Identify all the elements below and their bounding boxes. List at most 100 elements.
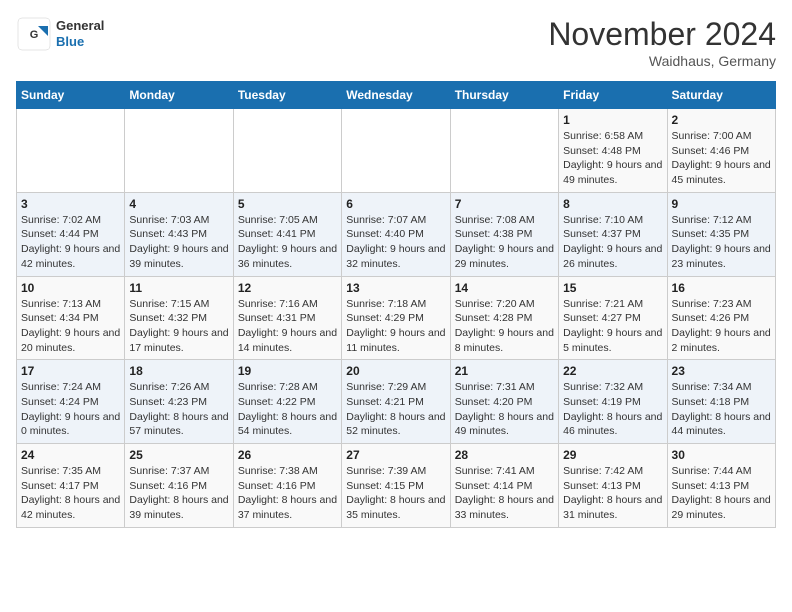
day-info: Sunrise: 7:28 AM Sunset: 4:22 PM Dayligh…	[238, 380, 337, 439]
day-info: Sunrise: 6:58 AM Sunset: 4:48 PM Dayligh…	[563, 129, 662, 188]
calendar-cell: 13 Sunrise: 7:18 AM Sunset: 4:29 PM Dayli…	[342, 276, 450, 360]
calendar-cell: 17 Sunrise: 7:24 AM Sunset: 4:24 PM Dayli…	[17, 360, 125, 444]
svg-text:G: G	[30, 29, 39, 41]
day-number: 5	[238, 197, 337, 211]
day-info: Sunrise: 7:21 AM Sunset: 4:27 PM Dayligh…	[563, 297, 662, 356]
month-title: November 2024	[548, 16, 776, 53]
calendar-cell: 30 Sunrise: 7:44 AM Sunset: 4:13 PM Dayli…	[667, 444, 775, 528]
day-number: 17	[21, 364, 120, 378]
calendar-cell	[17, 109, 125, 193]
calendar: SundayMondayTuesdayWednesdayThursdayFrid…	[16, 81, 776, 528]
day-number: 24	[21, 448, 120, 462]
day-info: Sunrise: 7:35 AM Sunset: 4:17 PM Dayligh…	[21, 464, 120, 523]
day-info: Sunrise: 7:41 AM Sunset: 4:14 PM Dayligh…	[455, 464, 554, 523]
day-info: Sunrise: 7:18 AM Sunset: 4:29 PM Dayligh…	[346, 297, 445, 356]
day-number: 1	[563, 113, 662, 127]
day-number: 4	[129, 197, 228, 211]
day-info: Sunrise: 7:13 AM Sunset: 4:34 PM Dayligh…	[21, 297, 120, 356]
calendar-cell	[450, 109, 558, 193]
calendar-cell: 21 Sunrise: 7:31 AM Sunset: 4:20 PM Dayli…	[450, 360, 558, 444]
day-number: 27	[346, 448, 445, 462]
day-number: 20	[346, 364, 445, 378]
calendar-cell: 26Sunrise: 7:38 AM Sunset: 4:16 PM Dayli…	[233, 444, 341, 528]
weekday-header: Monday	[125, 82, 233, 109]
day-info: Sunrise: 7:29 AM Sunset: 4:21 PM Dayligh…	[346, 380, 445, 439]
day-number: 22	[563, 364, 662, 378]
logo-icon: G	[16, 16, 52, 52]
day-info: Sunrise: 7:10 AM Sunset: 4:37 PM Dayligh…	[563, 213, 662, 272]
day-info: Sunrise: 7:16 AM Sunset: 4:31 PM Dayligh…	[238, 297, 337, 356]
calendar-cell: 28 Sunrise: 7:41 AM Sunset: 4:14 PM Dayli…	[450, 444, 558, 528]
day-info: Sunrise: 7:37 AM Sunset: 4:16 PM Dayligh…	[129, 464, 228, 523]
day-info: Sunrise: 7:39 AM Sunset: 4:15 PM Dayligh…	[346, 464, 445, 523]
day-number: 29	[563, 448, 662, 462]
day-number: 3	[21, 197, 120, 211]
day-info: Sunrise: 7:12 AM Sunset: 4:35 PM Dayligh…	[672, 213, 771, 272]
day-number: 7	[455, 197, 554, 211]
day-info: Sunrise: 7:23 AM Sunset: 4:26 PM Dayligh…	[672, 297, 771, 356]
calendar-cell: 1 Sunrise: 6:58 AM Sunset: 4:48 PM Daylig…	[559, 109, 667, 193]
day-number: 23	[672, 364, 771, 378]
day-info: Sunrise: 7:00 AM Sunset: 4:46 PM Dayligh…	[672, 129, 771, 188]
day-number: 8	[563, 197, 662, 211]
day-number: 2	[672, 113, 771, 127]
day-info: Sunrise: 7:32 AM Sunset: 4:19 PM Dayligh…	[563, 380, 662, 439]
calendar-cell: 25 Sunrise: 7:37 AM Sunset: 4:16 PM Dayli…	[125, 444, 233, 528]
calendar-cell: 29 Sunrise: 7:42 AM Sunset: 4:13 PM Dayli…	[559, 444, 667, 528]
day-info: Sunrise: 7:20 AM Sunset: 4:28 PM Dayligh…	[455, 297, 554, 356]
day-number: 10	[21, 281, 120, 295]
day-number: 6	[346, 197, 445, 211]
calendar-cell: 10 Sunrise: 7:13 AM Sunset: 4:34 PM Dayli…	[17, 276, 125, 360]
day-number: 15	[563, 281, 662, 295]
day-info: Sunrise: 7:44 AM Sunset: 4:13 PM Dayligh…	[672, 464, 771, 523]
calendar-cell: 11 Sunrise: 7:15 AM Sunset: 4:32 PM Dayli…	[125, 276, 233, 360]
calendar-cell: 19 Sunrise: 7:28 AM Sunset: 4:22 PM Dayli…	[233, 360, 341, 444]
day-number: 16	[672, 281, 771, 295]
day-number: 21	[455, 364, 554, 378]
calendar-cell: 3 Sunrise: 7:02 AM Sunset: 4:44 PM Daylig…	[17, 192, 125, 276]
day-number: 28	[455, 448, 554, 462]
calendar-cell: 18 Sunrise: 7:26 AM Sunset: 4:23 PM Dayli…	[125, 360, 233, 444]
calendar-cell: 14 Sunrise: 7:20 AM Sunset: 4:28 PM Dayli…	[450, 276, 558, 360]
logo: G General Blue	[16, 16, 104, 52]
weekday-header: Wednesday	[342, 82, 450, 109]
day-info: Sunrise: 7:15 AM Sunset: 4:32 PM Dayligh…	[129, 297, 228, 356]
weekday-header: Tuesday	[233, 82, 341, 109]
day-number: 18	[129, 364, 228, 378]
calendar-cell: 22 Sunrise: 7:32 AM Sunset: 4:19 PM Dayli…	[559, 360, 667, 444]
calendar-cell: 15 Sunrise: 7:21 AM Sunset: 4:27 PM Dayli…	[559, 276, 667, 360]
calendar-cell	[125, 109, 233, 193]
day-info: Sunrise: 7:38 AM Sunset: 4:16 PM Dayligh…	[238, 464, 337, 523]
day-info: Sunrise: 7:02 AM Sunset: 4:44 PM Dayligh…	[21, 213, 120, 272]
calendar-cell: 5Sunrise: 7:05 AM Sunset: 4:41 PM Daylig…	[233, 192, 341, 276]
day-info: Sunrise: 7:07 AM Sunset: 4:40 PM Dayligh…	[346, 213, 445, 272]
calendar-cell: 27 Sunrise: 7:39 AM Sunset: 4:15 PM Dayli…	[342, 444, 450, 528]
header: G General Blue November 2024 Waidhaus, G…	[16, 16, 776, 69]
calendar-cell	[233, 109, 341, 193]
day-number: 12	[238, 281, 337, 295]
calendar-cell: 16 Sunrise: 7:23 AM Sunset: 4:26 PM Dayli…	[667, 276, 775, 360]
day-info: Sunrise: 7:03 AM Sunset: 4:43 PM Dayligh…	[129, 213, 228, 272]
calendar-cell: 9Sunrise: 7:12 AM Sunset: 4:35 PM Daylig…	[667, 192, 775, 276]
logo-general: General	[56, 18, 104, 34]
day-info: Sunrise: 7:31 AM Sunset: 4:20 PM Dayligh…	[455, 380, 554, 439]
calendar-cell: 6 Sunrise: 7:07 AM Sunset: 4:40 PM Daylig…	[342, 192, 450, 276]
weekday-header: Friday	[559, 82, 667, 109]
calendar-cell: 2 Sunrise: 7:00 AM Sunset: 4:46 PM Daylig…	[667, 109, 775, 193]
day-info: Sunrise: 7:42 AM Sunset: 4:13 PM Dayligh…	[563, 464, 662, 523]
day-info: Sunrise: 7:34 AM Sunset: 4:18 PM Dayligh…	[672, 380, 771, 439]
calendar-cell: 20 Sunrise: 7:29 AM Sunset: 4:21 PM Dayli…	[342, 360, 450, 444]
logo-blue: Blue	[56, 34, 104, 50]
calendar-cell: 23 Sunrise: 7:34 AM Sunset: 4:18 PM Dayli…	[667, 360, 775, 444]
day-number: 14	[455, 281, 554, 295]
day-number: 19	[238, 364, 337, 378]
day-info: Sunrise: 7:08 AM Sunset: 4:38 PM Dayligh…	[455, 213, 554, 272]
day-number: 11	[129, 281, 228, 295]
day-info: Sunrise: 7:24 AM Sunset: 4:24 PM Dayligh…	[21, 380, 120, 439]
day-info: Sunrise: 7:26 AM Sunset: 4:23 PM Dayligh…	[129, 380, 228, 439]
day-number: 13	[346, 281, 445, 295]
calendar-cell	[342, 109, 450, 193]
calendar-cell: 7 Sunrise: 7:08 AM Sunset: 4:38 PM Daylig…	[450, 192, 558, 276]
day-number: 30	[672, 448, 771, 462]
day-number: 25	[129, 448, 228, 462]
